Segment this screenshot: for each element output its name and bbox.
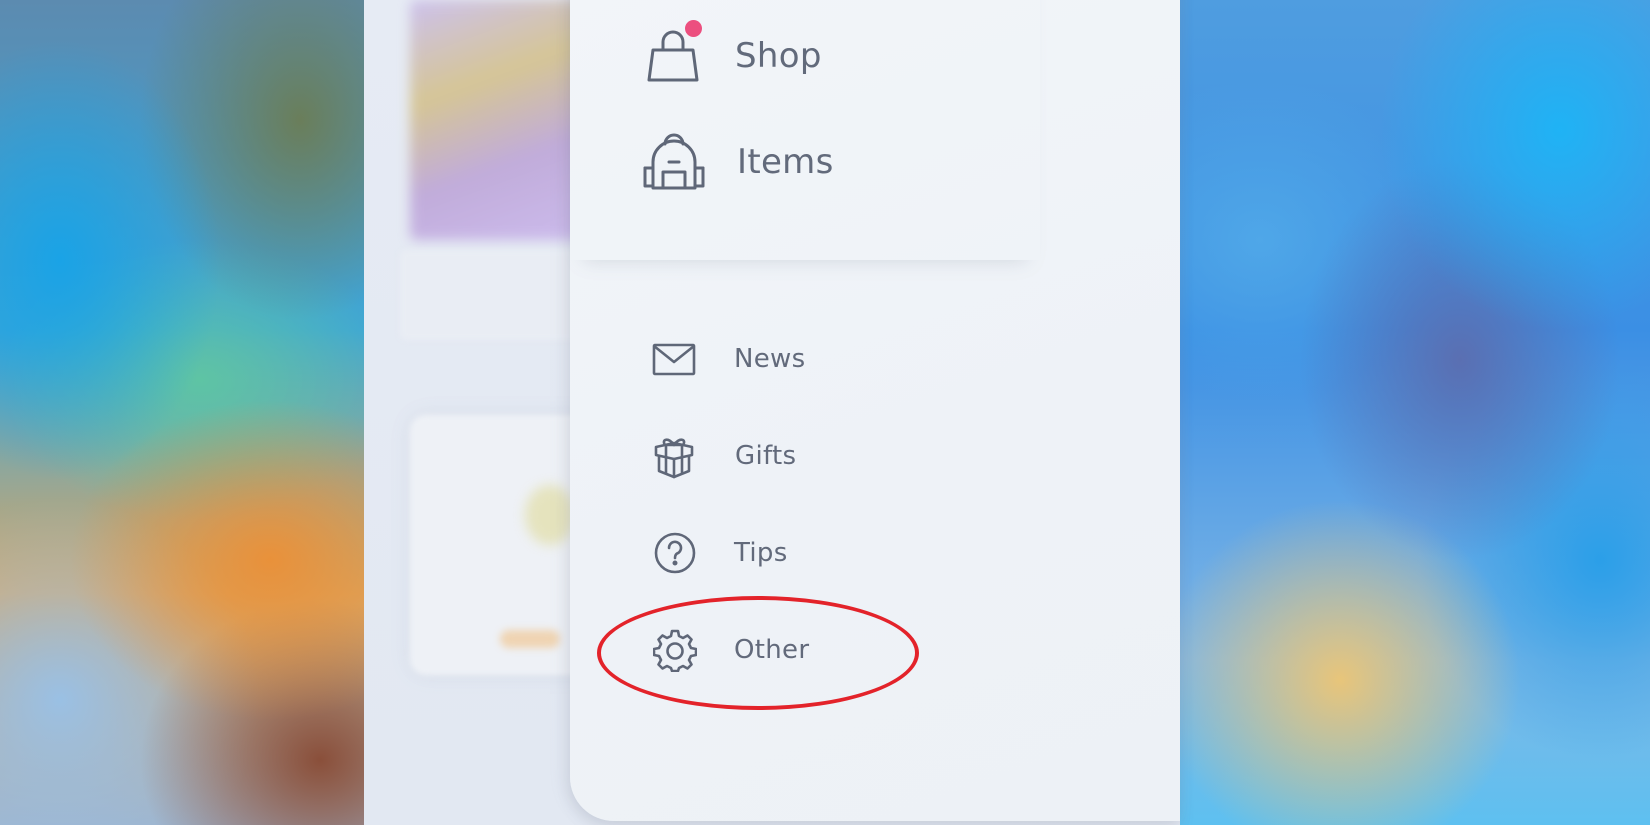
side-menu-panel [570, 0, 1180, 821]
menu-item-shop[interactable]: Shop [645, 20, 822, 84]
envelope-icon [652, 342, 696, 376]
menu-item-label: News [734, 344, 806, 374]
shopping-bag-icon [645, 20, 702, 84]
blurred-card-image [525, 485, 575, 545]
menu-item-label: Items [737, 142, 834, 182]
menu-item-gifts[interactable]: Gifts [653, 433, 796, 479]
gift-icon [653, 433, 695, 479]
menu-item-news[interactable]: News [652, 342, 805, 376]
notification-dot [685, 20, 702, 37]
menu-item-label: Shop [735, 36, 822, 76]
menu-item-other[interactable]: Other [653, 628, 809, 672]
menu-item-label: Other [734, 635, 810, 665]
blurred-card-rating [500, 630, 560, 648]
backpack-icon [643, 132, 705, 192]
menu-item-items[interactable]: Items [643, 132, 834, 192]
menu-item-label: Tips [734, 538, 788, 568]
blurred-background-right [1180, 0, 1650, 825]
blurred-event-banner [410, 0, 590, 240]
screen: Shop Items News Gifts Tips Other [0, 0, 1650, 825]
menu-item-tips[interactable]: Tips [654, 532, 788, 574]
question-circle-icon [654, 532, 696, 574]
menu-item-label: Gifts [735, 441, 797, 471]
gear-icon [653, 628, 697, 672]
blurred-background-left [0, 0, 364, 825]
